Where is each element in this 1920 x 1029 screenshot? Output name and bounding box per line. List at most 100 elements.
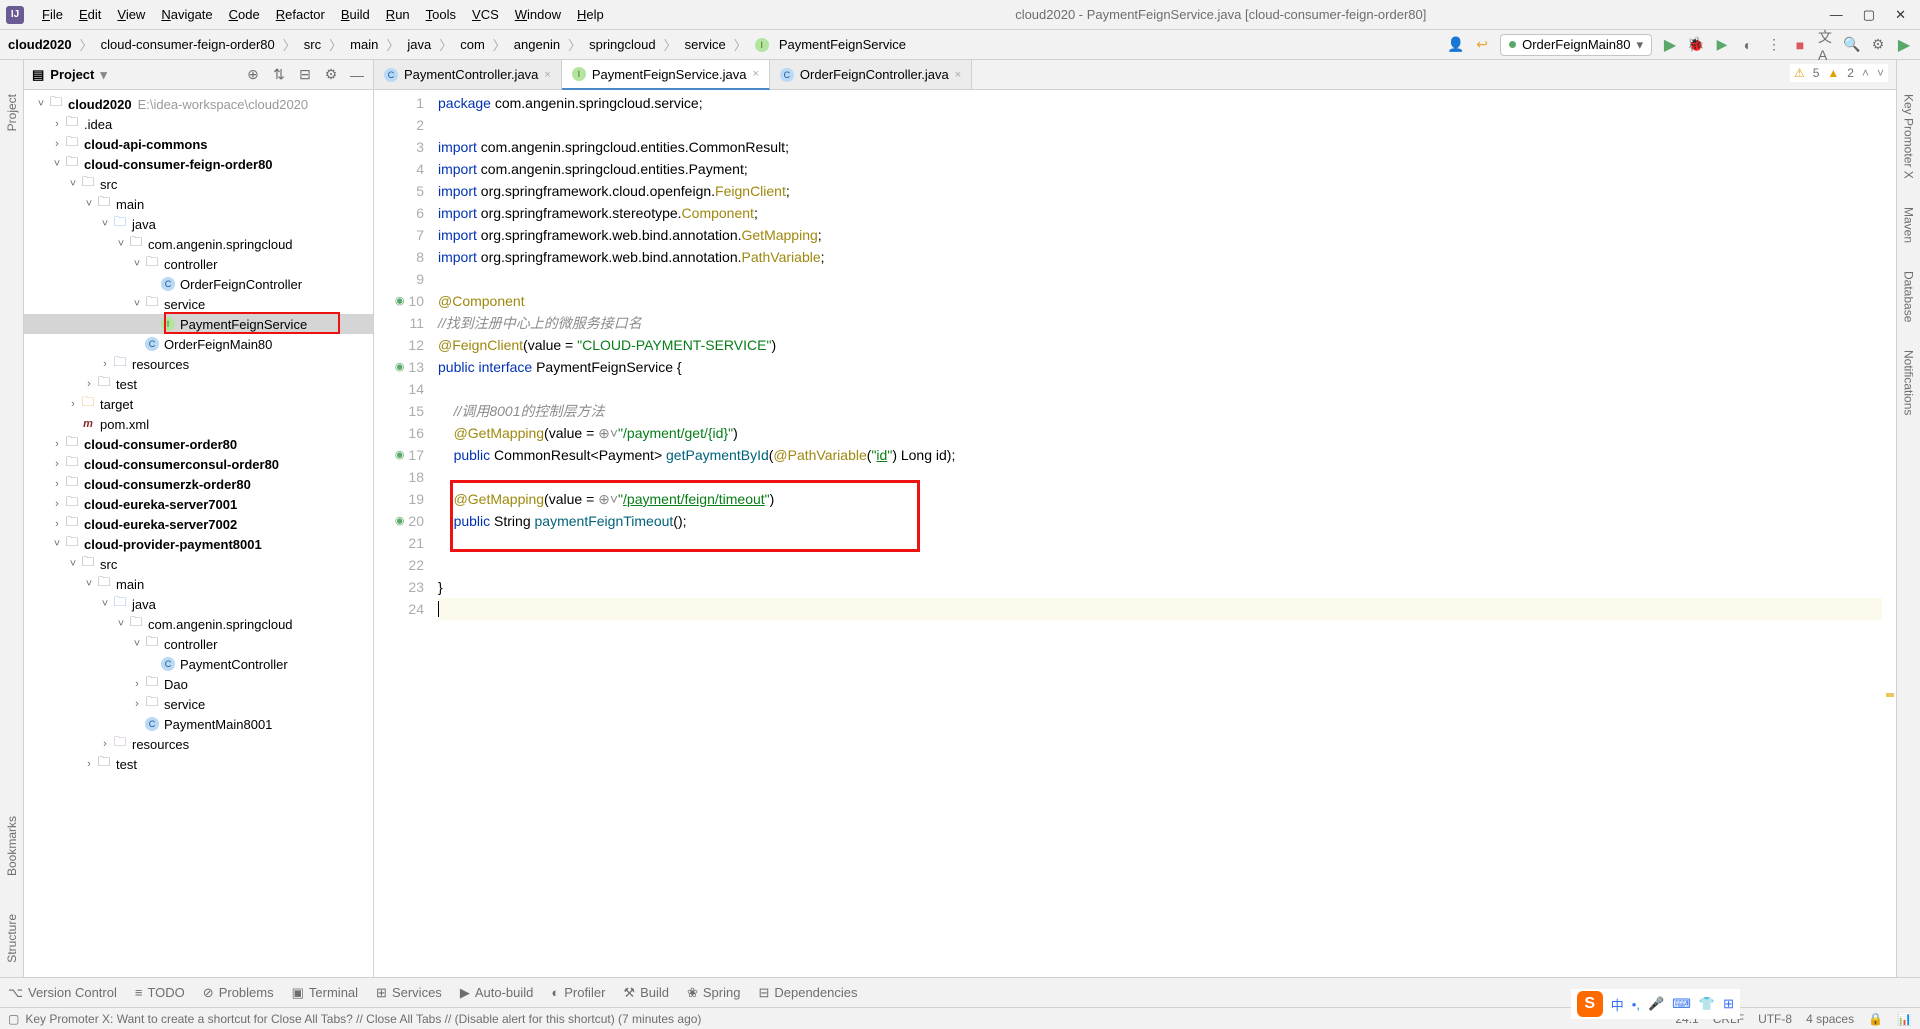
ime-person[interactable]: 👕: [1699, 996, 1715, 1012]
tree-row[interactable]: ˅🗀src: [24, 174, 373, 194]
tree-row[interactable]: ˅🗀com.angenin.springcloud: [24, 614, 373, 634]
editor-inspections[interactable]: ⚠5 ▲2 ˄ ˅: [1790, 64, 1888, 82]
bottom-build[interactable]: ⚒Build: [623, 985, 669, 1001]
bottom-version-control[interactable]: ⌥Version Control: [8, 985, 117, 1001]
indent[interactable]: 4 spaces: [1806, 1012, 1854, 1026]
gear-icon[interactable]: ⚙: [1870, 37, 1886, 53]
add-user-icon[interactable]: 👤: [1448, 37, 1464, 53]
ime-toolbar[interactable]: S 中 •, 🎤 ⌨ 👕 ⊞: [1571, 989, 1740, 1019]
tree-row[interactable]: ›🗀.idea: [24, 114, 373, 134]
tree-row[interactable]: ˅🗀controller: [24, 634, 373, 654]
bottom-terminal[interactable]: ▣Terminal: [292, 985, 358, 1001]
debug-icon[interactable]: 🐞: [1688, 37, 1704, 53]
crumb-3[interactable]: main: [350, 37, 378, 52]
project-pane-title[interactable]: Project: [50, 67, 94, 82]
breadcrumb[interactable]: cloud2020〉cloud-consumer-feign-order80〉s…: [8, 35, 906, 54]
menu-build[interactable]: Build: [333, 7, 378, 22]
close-tab-icon[interactable]: ×: [544, 69, 550, 81]
tree-row[interactable]: ˅🗀controller: [24, 254, 373, 274]
structure-tool-tab[interactable]: Structure: [3, 910, 21, 967]
encoding[interactable]: UTF-8: [1758, 1012, 1792, 1026]
tree-row[interactable]: ›🗀test: [24, 374, 373, 394]
close-tab-icon[interactable]: ×: [752, 68, 758, 80]
status-message[interactable]: Key Promoter X: Want to create a shortcu…: [25, 1012, 701, 1026]
maximize-icon[interactable]: ▢: [1863, 7, 1875, 23]
editor-tab[interactable]: IPaymentFeignService.java×: [562, 60, 770, 90]
readonly-icon[interactable]: 🔒: [1868, 1012, 1883, 1026]
chevron-up-icon[interactable]: ˄: [1862, 66, 1869, 80]
bottom-services[interactable]: ⊞Services: [376, 985, 442, 1001]
tree-row[interactable]: ›🗀resources: [24, 354, 373, 374]
tree-row[interactable]: COrderFeignMain80: [24, 334, 373, 354]
run-icon[interactable]: ▶: [1662, 37, 1678, 53]
translate-icon[interactable]: 文A: [1818, 37, 1834, 53]
back-icon[interactable]: ↩: [1474, 37, 1490, 53]
bottom-problems[interactable]: ⊘Problems: [203, 985, 274, 1001]
menu-navigate[interactable]: Navigate: [153, 7, 220, 22]
ime-keyboard[interactable]: ⌨: [1672, 996, 1691, 1012]
code-area[interactable]: package com.angenin.springcloud.service;…: [430, 90, 1896, 977]
database-tool-tab[interactable]: Database: [1900, 267, 1918, 326]
project-tool-tab[interactable]: Project: [3, 90, 21, 135]
search-icon[interactable]: 🔍: [1844, 37, 1860, 53]
crumb-6[interactable]: angenin: [514, 37, 560, 52]
tree-row[interactable]: ˅🗀com.angenin.springcloud: [24, 234, 373, 254]
bottom-dependencies[interactable]: ⊟Dependencies: [758, 985, 857, 1001]
crumb-0[interactable]: cloud2020: [8, 37, 72, 52]
tree-row[interactable]: ˅🗀main: [24, 574, 373, 594]
tree-row[interactable]: ˅🗀service: [24, 294, 373, 314]
menu-vcs[interactable]: VCS: [464, 7, 507, 22]
tree-row[interactable]: ˅🗀src: [24, 554, 373, 574]
crumb-9[interactable]: PaymentFeignService: [779, 37, 906, 52]
ime-voice[interactable]: 🎤: [1648, 996, 1664, 1012]
close-tab-icon[interactable]: ×: [955, 69, 961, 81]
tree-row[interactable]: ˅🗀cloud-provider-payment8001: [24, 534, 373, 554]
run2-icon[interactable]: ▶: [1896, 37, 1912, 53]
bottom-profiler[interactable]: ◐Profiler: [551, 985, 605, 1000]
editor-tab[interactable]: COrderFeignController.java×: [770, 60, 972, 89]
crumb-5[interactable]: com: [460, 37, 485, 52]
menu-tools[interactable]: Tools: [418, 7, 464, 22]
ime-punct[interactable]: •,: [1632, 997, 1640, 1012]
crumb-8[interactable]: service: [685, 37, 726, 52]
line-gutter[interactable]: 123456789◉101112◉13141516◉171819◉2021222…: [374, 90, 430, 977]
coverage-icon[interactable]: ▶: [1714, 37, 1730, 53]
tree-row[interactable]: CPaymentController: [24, 654, 373, 674]
bottom-auto-build[interactable]: ▶Auto-build: [460, 985, 534, 1001]
tree-row[interactable]: ›🗀Dao: [24, 674, 373, 694]
bottom-spring[interactable]: ❀Spring: [687, 985, 740, 1001]
keypromoter-tool-tab[interactable]: Key Promoter X: [1900, 90, 1918, 183]
run-config-select[interactable]: OrderFeignMain80 ▾: [1500, 34, 1652, 56]
ime-grid[interactable]: ⊞: [1723, 996, 1734, 1012]
tree-row[interactable]: ˅🗀cloud-consumer-feign-order80: [24, 154, 373, 174]
more-run-icon[interactable]: ⋮: [1766, 37, 1782, 53]
bottom-todo[interactable]: ≡TODO: [135, 985, 185, 1000]
tree-row[interactable]: ›🗀test: [24, 754, 373, 774]
menu-refactor[interactable]: Refactor: [268, 7, 333, 22]
menu-code[interactable]: Code: [221, 7, 268, 22]
collapse-icon[interactable]: ⊟: [297, 67, 313, 83]
editor-tab[interactable]: CPaymentController.java×: [374, 60, 562, 89]
tree-row[interactable]: ›🗀cloud-consumerzk-order80: [24, 474, 373, 494]
tree-row[interactable]: ›🗀target: [24, 394, 373, 414]
tree-row[interactable]: ›🗀cloud-api-commons: [24, 134, 373, 154]
hide-icon[interactable]: —: [349, 67, 365, 83]
mem-icon[interactable]: 📊: [1897, 1012, 1912, 1026]
tree-row[interactable]: ›🗀cloud-consumerconsul-order80: [24, 454, 373, 474]
chevron-down-icon[interactable]: ▾: [100, 67, 107, 83]
menu-run[interactable]: Run: [378, 7, 418, 22]
profile-icon[interactable]: ◐: [1740, 37, 1756, 53]
expand-icon[interactable]: ⇅: [271, 67, 287, 83]
tree-row[interactable]: mpom.xml: [24, 414, 373, 434]
minimize-icon[interactable]: —: [1830, 7, 1843, 23]
tree-row[interactable]: ›🗀cloud-consumer-order80: [24, 434, 373, 454]
tree-row[interactable]: ›🗀cloud-eureka-server7001: [24, 494, 373, 514]
ime-lang[interactable]: 中: [1611, 995, 1624, 1014]
editor-scrollbar[interactable]: [1882, 90, 1896, 977]
menu-help[interactable]: Help: [569, 7, 612, 22]
project-tree[interactable]: ˅🗀cloud2020E:\idea-workspace\cloud2020›🗀…: [24, 90, 373, 977]
crumb-2[interactable]: src: [304, 37, 321, 52]
notifications-tool-tab[interactable]: Notifications: [1900, 346, 1918, 419]
tree-row[interactable]: ˅🗀cloud2020E:\idea-workspace\cloud2020: [24, 94, 373, 114]
tree-row[interactable]: CPaymentMain8001: [24, 714, 373, 734]
